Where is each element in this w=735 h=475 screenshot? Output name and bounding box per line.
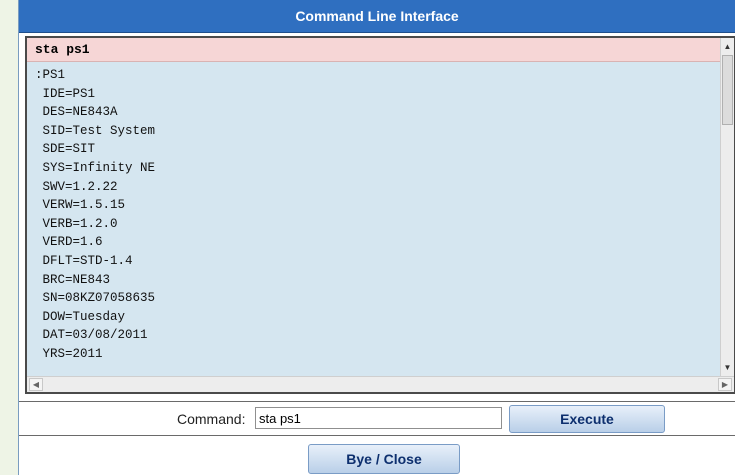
scroll-left-icon[interactable]: ◀ <box>29 378 43 391</box>
command-bar: Command: Execute <box>19 401 735 436</box>
footer: Bye / Close <box>19 436 735 475</box>
output-line: SN=08KZ07058635 <box>35 291 156 306</box>
output-line: :PS1 <box>35 68 66 82</box>
vertical-scrollbar[interactable]: ▲ ▼ <box>720 38 734 376</box>
command-echo: sta ps1 <box>27 38 720 62</box>
output-line: DES=NE843A <box>35 105 118 120</box>
command-label: Command: <box>177 411 246 427</box>
output-line: VERW=1.5.15 <box>35 198 126 213</box>
output-line: SYS=Infinity NE <box>35 160 156 175</box>
execute-button[interactable]: Execute <box>509 405 665 433</box>
window-title: Command Line Interface <box>19 0 735 33</box>
output-line: DAT=03/08/2011 <box>35 328 148 343</box>
scroll-down-icon[interactable]: ▼ <box>721 361 734 374</box>
output-line: SID=Test System <box>35 123 156 138</box>
console-output[interactable]: :PS1 IDE=PS1 DES=NE843A SID=Test System … <box>27 62 720 376</box>
output-line: SDE=SIT <box>35 142 96 157</box>
console-panel: sta ps1 :PS1 IDE=PS1 DES=NE843A SID=Test… <box>25 36 735 394</box>
cli-window: Command Line Interface sta ps1 :PS1 IDE=… <box>18 0 735 475</box>
horizontal-scrollbar[interactable]: ◀ ▶ <box>27 376 734 392</box>
output-line: BRC=NE843 <box>35 272 111 287</box>
scroll-up-icon[interactable]: ▲ <box>721 40 734 53</box>
bye-close-button[interactable]: Bye / Close <box>308 444 460 474</box>
output-line: VERB=1.2.0 <box>35 216 118 231</box>
output-line: DOW=Tuesday <box>35 309 126 324</box>
scroll-right-icon[interactable]: ▶ <box>718 378 732 391</box>
command-input[interactable] <box>255 407 502 429</box>
scroll-thumb[interactable] <box>722 55 733 125</box>
output-line: YRS=2011 <box>35 346 103 361</box>
output-line: DFLT=STD-1.4 <box>35 253 133 268</box>
output-line: IDE=PS1 <box>35 86 96 101</box>
output-line: VERD=1.6 <box>35 235 103 250</box>
output-line: SWV=1.2.22 <box>35 179 118 194</box>
